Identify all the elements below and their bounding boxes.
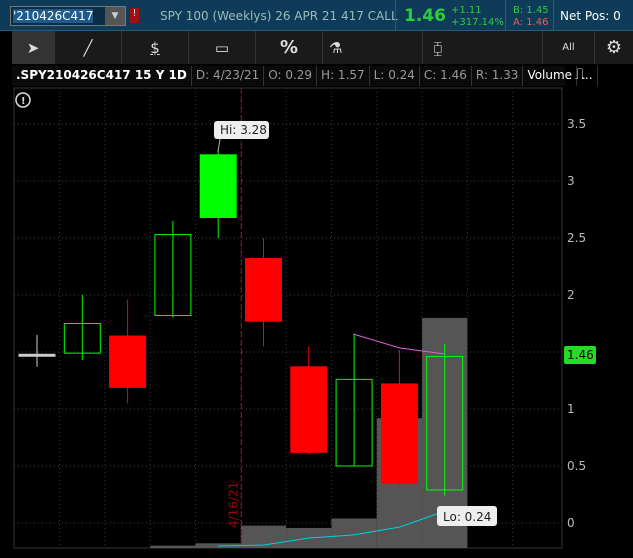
y-tick-label: 2.5 bbox=[567, 231, 586, 245]
candle-body bbox=[18, 353, 56, 357]
info-range: R: 1.33 bbox=[472, 66, 524, 86]
study-curve-icon: ⎍ bbox=[574, 64, 586, 83]
chart-info-bar: .SPY210426C417 15 Y 1D D: 4/23/21 O: 0.2… bbox=[12, 66, 598, 86]
y-tick-label: 3.5 bbox=[567, 117, 586, 131]
chevron-down-icon[interactable]: ▼ bbox=[105, 7, 125, 25]
chart-style-tool[interactable]: ⧮ bbox=[423, 31, 543, 64]
drawing-toolbar: ➤ ╱ $ ▭ % ⚗ ⧮ All ⚙ bbox=[12, 31, 633, 64]
hi-bubble bbox=[214, 121, 269, 139]
candle-body bbox=[154, 234, 192, 317]
hi-pointer bbox=[217, 138, 221, 153]
volume-bar bbox=[331, 518, 377, 548]
last-price-label: 1.46 bbox=[567, 348, 594, 362]
rectangle-tool[interactable]: ▭ bbox=[189, 31, 256, 64]
volume-bar bbox=[150, 545, 196, 548]
studies-button[interactable]: ⎍ bbox=[565, 64, 595, 88]
candle-body bbox=[335, 378, 373, 467]
net-change: +1.11 +317.14% bbox=[451, 5, 504, 28]
y-tick-label: 1 bbox=[567, 402, 575, 416]
volume-bar bbox=[422, 317, 468, 548]
plot-area bbox=[13, 87, 563, 549]
test-tube-icon: ⚗ bbox=[329, 38, 343, 57]
info-close: C: 1.46 bbox=[420, 66, 472, 86]
gear-icon: ⚙ bbox=[605, 37, 623, 58]
price-level-tool[interactable]: $ bbox=[122, 31, 189, 64]
candle-body bbox=[109, 335, 147, 388]
instrument-description: SPY 100 (Weeklys) 26 APR 21 417 CALL bbox=[160, 9, 398, 23]
info-icon bbox=[15, 92, 31, 108]
percent-tool[interactable]: % bbox=[256, 31, 323, 64]
last-price-badge bbox=[564, 346, 596, 364]
lo-bubble bbox=[437, 506, 497, 526]
y-tick-label: 1.5 bbox=[567, 345, 586, 359]
line-icon: ╱ bbox=[83, 38, 93, 57]
lo-label: Lo: 0.24 bbox=[443, 510, 491, 524]
volume-bar bbox=[376, 418, 423, 548]
net-position: Net Pos: 0 bbox=[560, 9, 621, 23]
volume-bar bbox=[286, 527, 332, 548]
info-high: H: 1.57 bbox=[317, 66, 370, 86]
y-tick-label: 0 bbox=[567, 516, 575, 530]
y-tick-label: 3 bbox=[567, 174, 575, 188]
rectangle-icon: ▭ bbox=[214, 38, 230, 57]
info-low: L: 0.24 bbox=[370, 66, 420, 86]
candle-body bbox=[63, 323, 101, 354]
candle-body bbox=[245, 258, 282, 322]
cursor-tool[interactable]: ➤ bbox=[12, 31, 55, 64]
candle-body bbox=[290, 366, 328, 453]
candle-body bbox=[199, 154, 237, 218]
quote-header: '210426C417 ▼ ! SPY 100 (Weeklys) 26 APR… bbox=[0, 0, 633, 31]
dollar-icon: $ bbox=[150, 38, 160, 57]
line-tool[interactable]: ╱ bbox=[55, 31, 122, 64]
candlestick-icon: ⧮ bbox=[433, 38, 443, 57]
all-tools-button[interactable]: All bbox=[543, 31, 595, 64]
y-tick-label: 0.5 bbox=[567, 459, 586, 473]
info-open: O: 0.29 bbox=[264, 66, 318, 86]
bid-ask: B: 1.45 A: 1.46 bbox=[513, 5, 549, 28]
percent-icon: % bbox=[279, 37, 299, 58]
chart-symbol[interactable]: .SPY210426C417 15 Y 1D bbox=[12, 66, 192, 86]
moving-average-line bbox=[352, 333, 446, 355]
volume-average-line bbox=[217, 510, 446, 547]
last-price: 1.46 bbox=[404, 6, 446, 26]
hi-label: Hi: 3.28 bbox=[220, 123, 267, 137]
info-date: D: 4/23/21 bbox=[192, 66, 265, 86]
date-marker-label: 4/16/21 bbox=[226, 482, 240, 528]
volume-bar bbox=[240, 525, 287, 548]
candle-body bbox=[426, 356, 464, 491]
pointer-icon: ➤ bbox=[26, 38, 40, 57]
candle-body bbox=[380, 383, 418, 484]
studies-tool[interactable]: ⚗ bbox=[323, 31, 423, 64]
alert-button[interactable]: ! bbox=[130, 8, 139, 23]
settings-button[interactable]: ⚙ bbox=[595, 31, 633, 64]
volume-bar bbox=[195, 543, 241, 548]
y-tick-label: 2 bbox=[567, 288, 575, 302]
info-icon-glyph: ! bbox=[21, 96, 26, 107]
